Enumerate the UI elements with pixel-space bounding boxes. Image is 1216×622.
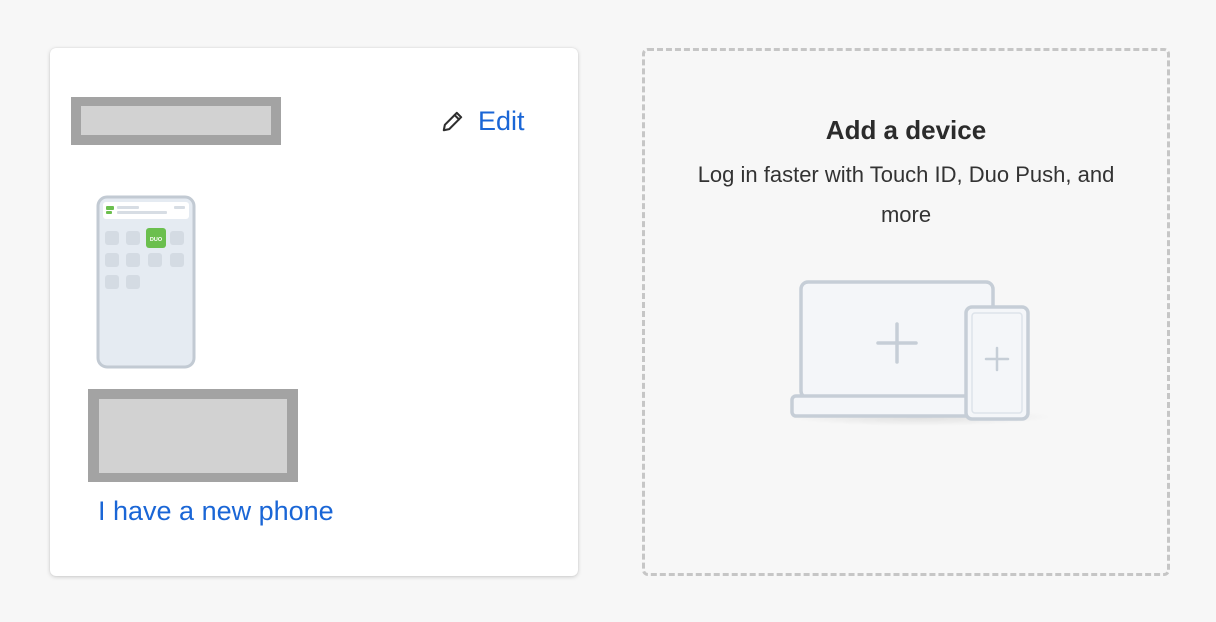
redacted-device-owner-inner (81, 106, 271, 135)
device-card: Edit DUO I have a new phone (50, 48, 578, 576)
add-device-card[interactable]: Add a device Log in faster with Touch ID… (642, 48, 1170, 576)
add-device-title: Add a device (825, 115, 987, 145)
redacted-phone-name-inner (99, 399, 287, 473)
redacted-device-owner (71, 97, 281, 145)
edit-button[interactable]: Edit (440, 104, 525, 138)
phone-icon: DUO (96, 195, 196, 369)
add-device-subtitle: Log in faster with Touch ID, Duo Push, a… (697, 162, 1115, 227)
duo-app-badge: DUO (150, 237, 163, 243)
laptop-and-phone-icon (787, 280, 1051, 426)
new-phone-link[interactable]: I have a new phone (98, 496, 334, 527)
pencil-icon (442, 111, 463, 132)
edit-label: Edit (478, 105, 525, 136)
redacted-phone-name (88, 389, 298, 482)
